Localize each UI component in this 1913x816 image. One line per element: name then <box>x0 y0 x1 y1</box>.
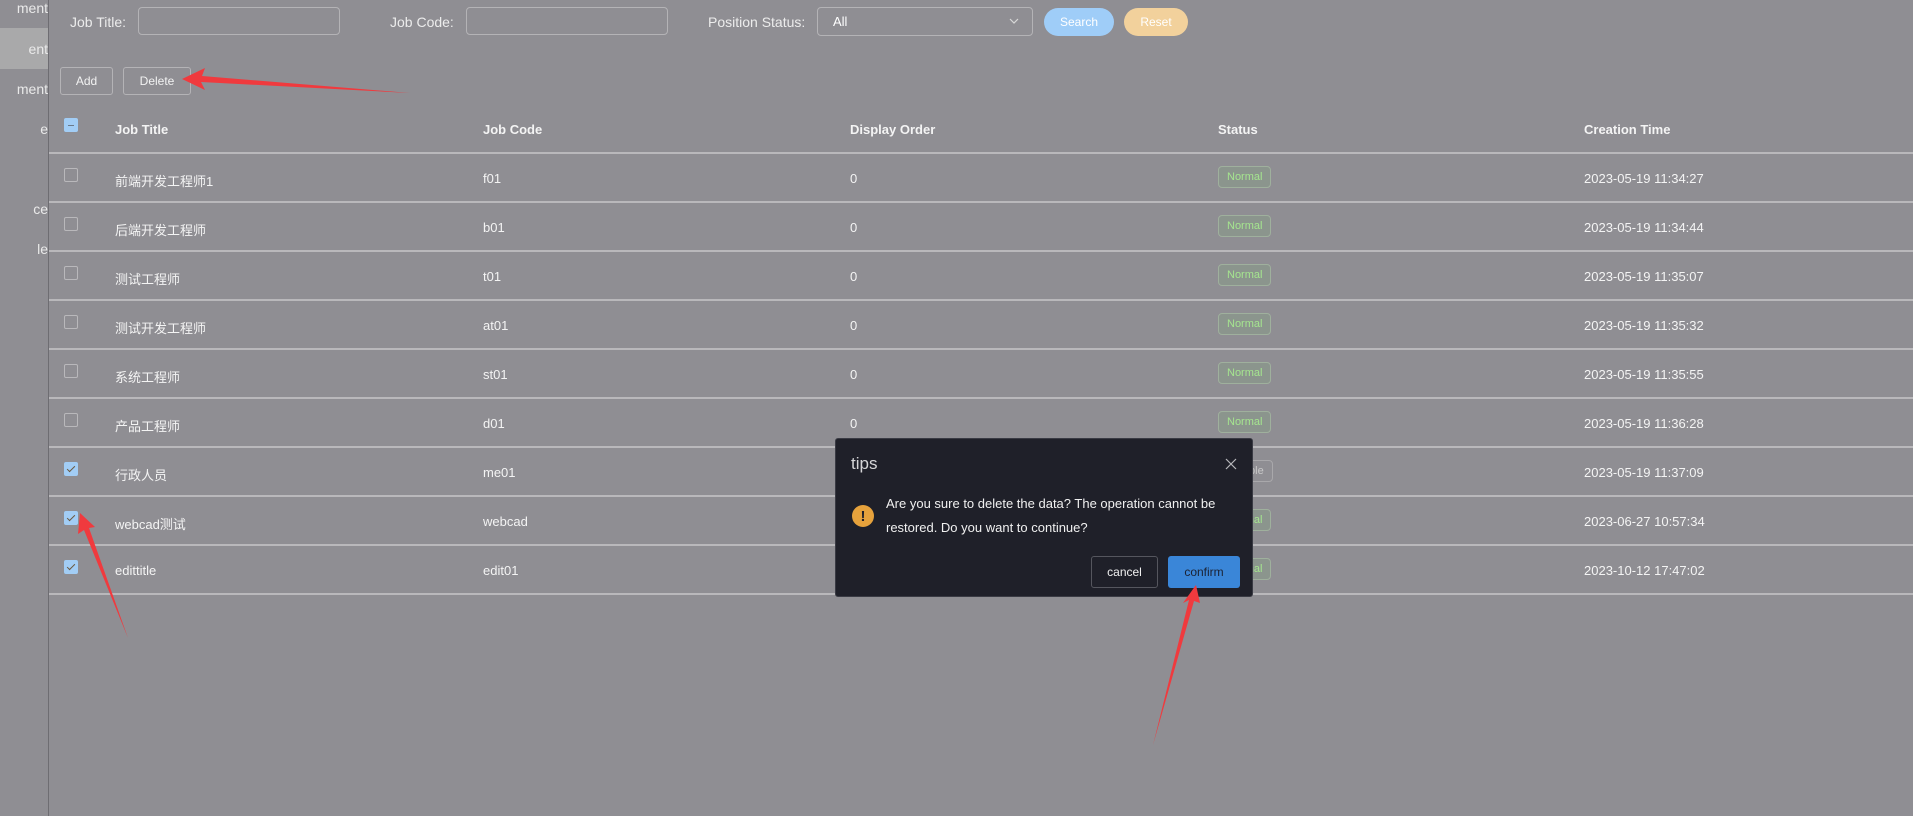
job-title-cell: edittitle <box>115 563 157 578</box>
row-checkbox[interactable] <box>64 266 78 280</box>
arrow-to-confirm-button <box>1153 585 1200 745</box>
job-title-filter-label: Job Title: <box>70 14 127 30</box>
display-order-cell: 0 <box>850 318 858 333</box>
table-row-1[interactable]: 后端开发工程师 b01 0 Normal 2023-05-19 11:34:44 <box>49 203 1913 252</box>
table-row-3[interactable]: 测试开发工程师 at01 0 Normal 2023-05-19 11:35:3… <box>49 301 1913 350</box>
job-code-input[interactable] <box>466 7 668 35</box>
row-checkbox[interactable] <box>64 217 78 231</box>
creation-time-cell: 2023-05-19 11:36:28 <box>1584 416 1704 431</box>
search-button[interactable]: Search <box>1044 8 1114 36</box>
job-code-cell: f01 <box>483 171 502 186</box>
sidebar-item-4[interactable] <box>0 149 48 189</box>
position-status-filter-label: Position Status: <box>708 14 806 30</box>
sidebar-item-label: ce <box>33 201 48 217</box>
job-code-filter-label: Job Code: <box>390 14 454 30</box>
sidebar: ment ent ment e ce le <box>0 0 49 816</box>
job-code-cell: webcad <box>483 514 528 529</box>
creation-time-cell: 2023-05-19 11:34:44 <box>1584 220 1704 235</box>
position-status-value: All <box>833 14 848 29</box>
sidebar-item-label: ent <box>28 40 48 57</box>
display-order-cell: 0 <box>850 269 858 284</box>
display-order-cell: 0 <box>850 220 858 235</box>
dialog-title: tips <box>851 454 878 473</box>
job-code-cell: me01 <box>483 465 516 480</box>
job-code-cell: t01 <box>483 269 502 284</box>
table-row-0[interactable]: 前端开发工程师1 f01 0 Normal 2023-05-19 11:34:2… <box>49 154 1913 203</box>
status-badge: Normal <box>1218 264 1272 286</box>
job-title-cell: 系统工程师 <box>115 370 181 385</box>
sidebar-item-label: le <box>37 241 48 257</box>
creation-time-cell: 2023-05-19 11:37:09 <box>1584 465 1704 480</box>
status-badge: Normal <box>1218 362 1272 384</box>
sidebar-item-0[interactable]: ment <box>0 0 48 28</box>
job-title-cell: webcad测试 <box>115 517 186 532</box>
cancel-button[interactable]: cancel <box>1091 556 1158 588</box>
chevron-down-icon <box>1009 18 1019 24</box>
creation-time-cell: 2023-05-19 11:35:32 <box>1584 318 1704 333</box>
sidebar-item-label: e <box>40 121 48 137</box>
display-order-cell: 0 <box>850 171 858 186</box>
column-header-display-order[interactable]: Display Order <box>850 122 935 137</box>
creation-time-cell: 2023-06-27 10:57:34 <box>1584 514 1705 529</box>
job-code-cell: st01 <box>483 367 508 382</box>
reset-button[interactable]: Reset <box>1124 8 1188 36</box>
sidebar-item-label: ment <box>16 0 48 16</box>
job-title-input[interactable] <box>138 7 340 35</box>
job-title-cell: 前端开发工程师1 <box>115 174 214 189</box>
job-title-cell: 产品工程师 <box>115 419 181 434</box>
position-status-select[interactable]: All <box>817 7 1033 36</box>
job-code-cell: b01 <box>483 220 505 235</box>
sidebar-item-3[interactable]: e <box>0 109 48 149</box>
row-checkbox[interactable] <box>64 315 78 329</box>
warning-icon: ! <box>852 505 874 527</box>
sidebar-item-label: ment <box>16 81 48 97</box>
confirm-button[interactable]: confirm <box>1168 556 1240 588</box>
table-header: Job Title Job Code Display Order Status … <box>49 105 1913 154</box>
dialog-message: Are you sure to delete the data? The ope… <box>886 496 1216 535</box>
sidebar-item-5[interactable]: ce <box>0 189 48 229</box>
row-checkbox[interactable] <box>64 413 78 427</box>
job-code-cell: d01 <box>483 416 505 431</box>
column-header-job-code[interactable]: Job Code <box>483 122 542 137</box>
select-all-checkbox[interactable] <box>64 118 78 132</box>
table-row-2[interactable]: 测试工程师 t01 0 Normal 2023-05-19 11:35:07 <box>49 252 1913 301</box>
delete-button[interactable]: Delete <box>123 67 191 95</box>
sidebar-item-6[interactable]: le <box>0 229 48 269</box>
job-code-cell: at01 <box>483 318 509 333</box>
display-order-cell: 0 <box>850 367 858 382</box>
status-badge: Normal <box>1218 411 1272 433</box>
job-title-cell: 后端开发工程师 <box>115 223 207 238</box>
row-checkbox[interactable] <box>64 560 78 574</box>
job-code-cell: edit01 <box>483 563 519 578</box>
sidebar-item-2[interactable]: ment <box>0 69 48 109</box>
creation-time-cell: 2023-10-12 17:47:02 <box>1584 563 1705 578</box>
creation-time-cell: 2023-05-19 11:35:07 <box>1584 269 1704 284</box>
confirm-delete-dialog: tips ! Are you sure to delete the data? … <box>835 438 1253 597</box>
row-checkbox[interactable] <box>64 364 78 378</box>
row-checkbox[interactable] <box>64 168 78 182</box>
status-badge: Normal <box>1218 166 1272 188</box>
job-title-cell: 测试工程师 <box>115 272 181 287</box>
sidebar-item-1[interactable]: ent <box>0 28 48 69</box>
add-button[interactable]: Add <box>60 67 113 95</box>
status-badge: Normal <box>1218 313 1272 335</box>
job-title-cell: 行政人员 <box>115 468 168 483</box>
close-icon[interactable] <box>1225 458 1237 470</box>
column-header-status[interactable]: Status <box>1218 122 1258 137</box>
display-order-cell: 0 <box>850 416 858 431</box>
creation-time-cell: 2023-05-19 11:35:55 <box>1584 367 1704 382</box>
status-badge: Normal <box>1218 215 1272 237</box>
arrow-to-delete-button <box>182 68 410 93</box>
column-header-creation-time[interactable]: Creation Time <box>1584 122 1670 137</box>
row-checkbox[interactable] <box>64 511 78 525</box>
creation-time-cell: 2023-05-19 11:34:27 <box>1584 171 1704 186</box>
table-row-4[interactable]: 系统工程师 st01 0 Normal 2023-05-19 11:35:55 <box>49 350 1913 399</box>
column-header-job-title[interactable]: Job Title <box>115 122 168 137</box>
job-title-cell: 测试开发工程师 <box>115 321 207 336</box>
row-checkbox[interactable] <box>64 462 78 476</box>
